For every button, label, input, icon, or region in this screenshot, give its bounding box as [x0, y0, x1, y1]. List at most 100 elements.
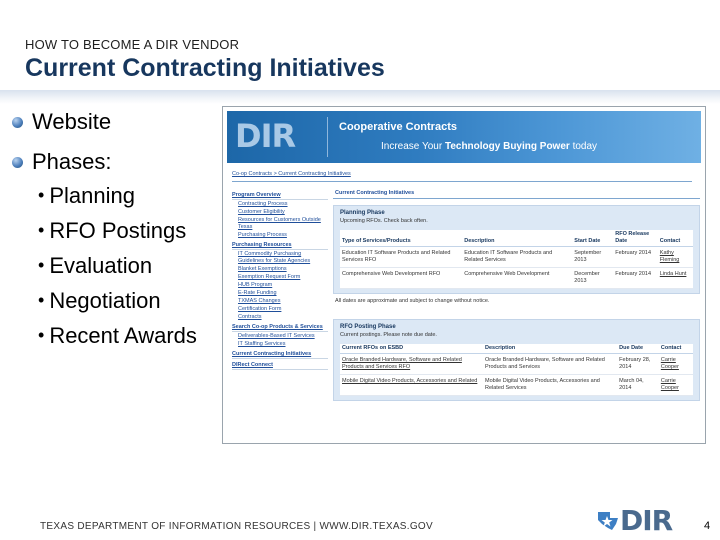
slide-title: Current Contracting Initiatives: [25, 54, 385, 82]
table-link-cell[interactable]: Carrie Cooper: [658, 353, 693, 375]
website-screenshot: DIR Cooperative Contracts Increase Your …: [222, 106, 706, 444]
footer-logo-text: DIR: [620, 504, 673, 537]
bullet-list: Website Phases: • Planning • RFO Postings …: [12, 108, 222, 353]
dates-note: All dates are approximate and subject to…: [335, 298, 490, 304]
nav-link[interactable]: Customer Eligibility: [232, 209, 328, 216]
bullet-dot-icon: •: [38, 185, 45, 205]
column-header: Current RFOs on ESBD: [340, 344, 483, 354]
nav-link[interactable]: IT Commodity Purchasing Guidelines for S…: [232, 251, 328, 265]
table-cell: February 28, 2014: [617, 353, 659, 375]
table-cell: December 2013: [572, 267, 614, 289]
site-content: Current Contracting Initiatives Planning…: [333, 189, 700, 401]
table-cell: February 2014: [613, 267, 658, 289]
nav-link[interactable]: Purchasing Process: [232, 232, 328, 239]
table-row: Oracle Branded Hardware, Software and Re…: [340, 353, 693, 375]
nav-section-heading[interactable]: Purchasing Resources: [232, 242, 328, 250]
planning-desc: Upcoming RFOs. Check back often.: [340, 218, 428, 224]
table-link-cell[interactable]: Oracle Branded Hardware, Software and Re…: [340, 353, 483, 375]
bullet-label: Website: [32, 109, 112, 134]
sub-bullet-label: RFO Postings: [49, 217, 187, 243]
sub-bullet: • Recent Awards: [38, 318, 222, 353]
bullet-orb-icon: [12, 116, 23, 128]
nav-link[interactable]: Contracting Process: [232, 201, 328, 208]
dir-logo: DIR: [235, 117, 296, 155]
column-header: Start Date: [572, 230, 614, 247]
tagline-pre: Increase Your: [381, 141, 443, 152]
nav-section-heading[interactable]: Program Overview: [232, 192, 328, 200]
sub-bullet-label: Evaluation: [49, 252, 153, 278]
sub-bullet-label: Recent Awards: [49, 322, 197, 348]
planning-title: Planning Phase: [340, 210, 385, 216]
table-link-cell[interactable]: Mobile Digital Video Products, Accessori…: [340, 374, 483, 396]
table-cell: Education IT Software Products and Relat…: [462, 246, 573, 268]
bullet-dot-icon: •: [38, 220, 45, 240]
nav-link[interactable]: Deliverables-Based IT Services: [232, 333, 328, 340]
title-divider: [0, 90, 720, 104]
table-cell: March 04, 2014: [617, 374, 659, 396]
nav-link[interactable]: TXMAS Changes: [232, 298, 328, 305]
nav-link[interactable]: E-Rate Funding: [232, 290, 328, 297]
nav-link[interactable]: Contracts: [232, 314, 328, 321]
table-cell: September 2013: [572, 246, 614, 268]
bullet-website: Website: [12, 108, 222, 136]
nav-section-heading[interactable]: Current Contracting Initiatives: [232, 351, 328, 359]
rfo-desc: Current postings. Please note due date.: [340, 332, 437, 338]
tagline-post: today: [572, 141, 598, 152]
table-cell: Comprehensive Web Development RFO: [340, 267, 463, 289]
column-header: Type of Services/Products: [340, 230, 463, 247]
column-header: Due Date: [617, 344, 659, 354]
bullet-label: Phases:: [32, 149, 112, 174]
sub-bullet: • Evaluation: [38, 248, 222, 283]
column-header: RFO Release Date: [613, 230, 658, 247]
nav-link[interactable]: HUB Program: [232, 282, 328, 289]
column-header: Contact: [657, 230, 693, 247]
footer-text: TEXAS DEPARTMENT OF INFORMATION RESOURCE…: [40, 521, 433, 532]
table-row: Comprehensive Web Development RFO Compreh…: [340, 267, 693, 289]
nav-link[interactable]: Certification Form: [232, 306, 328, 313]
table-link-cell[interactable]: Carrie Cooper: [658, 374, 693, 396]
nav-section-heading[interactable]: DIRect Connect: [232, 362, 328, 370]
nav-link[interactable]: Exemption Request Form: [232, 274, 328, 281]
sub-bullet: • Planning: [38, 178, 222, 213]
footer-logo: DIR: [596, 504, 692, 537]
bullet-orb-icon: [12, 156, 23, 168]
nav-section-heading[interactable]: Search Co-op Products & Services: [232, 324, 328, 332]
bullet-phases: Phases:: [12, 148, 222, 176]
site-nav: Program Overview Contracting Process Custo…: [232, 189, 328, 370]
texas-star-icon: [598, 512, 618, 530]
planning-phase-panel: Planning Phase Upcoming RFOs. Check back…: [333, 205, 700, 294]
page-number: 4: [704, 520, 711, 532]
bullet-dot-icon: •: [38, 290, 45, 310]
rfo-table: Current RFOs on ESBD Description Due Date C…: [340, 344, 693, 396]
rfo-title: RFO Posting Phase: [340, 324, 396, 330]
site-banner: DIR Cooperative Contracts Increase Your …: [227, 111, 701, 163]
column-header: Description: [482, 344, 618, 354]
bullet-dot-icon: •: [38, 325, 45, 345]
table-link-cell[interactable]: Kathy Fleming: [657, 246, 693, 268]
banner-title: Cooperative Contracts: [339, 121, 457, 133]
sub-bullet-label: Negotiation: [49, 287, 161, 313]
banner-tagline: Increase Your Technology Buying Power to…: [381, 141, 597, 152]
nav-link[interactable]: Blanket Exemptions: [232, 266, 328, 273]
banner-divider: [327, 117, 328, 157]
breadcrumb[interactable]: Co-op Contracts > Current Contracting In…: [232, 171, 351, 177]
table-cell: Education IT Software Products and Relat…: [340, 246, 463, 268]
sub-bullet: • RFO Postings: [38, 213, 222, 248]
table-row: Education IT Software Products and Relat…: [340, 246, 693, 268]
breadcrumb-divider: [232, 181, 692, 182]
tagline-bold: Technology Buying Power: [444, 141, 570, 152]
nav-link[interactable]: IT Staffing Services: [232, 341, 328, 348]
sub-bullet-label: Planning: [49, 182, 135, 208]
table-cell: Comprehensive Web Development: [462, 267, 573, 289]
sub-bullet: • Negotiation: [38, 283, 222, 318]
column-header: Description: [462, 230, 573, 247]
bullet-dot-icon: •: [38, 255, 45, 275]
table-link-cell[interactable]: Linda Hunt: [657, 267, 693, 289]
nav-link[interactable]: Resources for Customers Outside Texas: [232, 217, 328, 231]
phase-sublist: • Planning • RFO Postings • Evaluation • Neg…: [38, 178, 222, 353]
slide-kicker: HOW TO BECOME A DIR VENDOR: [25, 37, 240, 52]
planning-table: Type of Services/Products Description Star…: [340, 230, 693, 289]
table-cell: Oracle Branded Hardware, Software and Re…: [482, 353, 618, 375]
rfo-phase-panel: RFO Posting Phase Current postings. Plea…: [333, 319, 700, 401]
table-row: Mobile Digital Video Products, Accessori…: [340, 374, 693, 396]
